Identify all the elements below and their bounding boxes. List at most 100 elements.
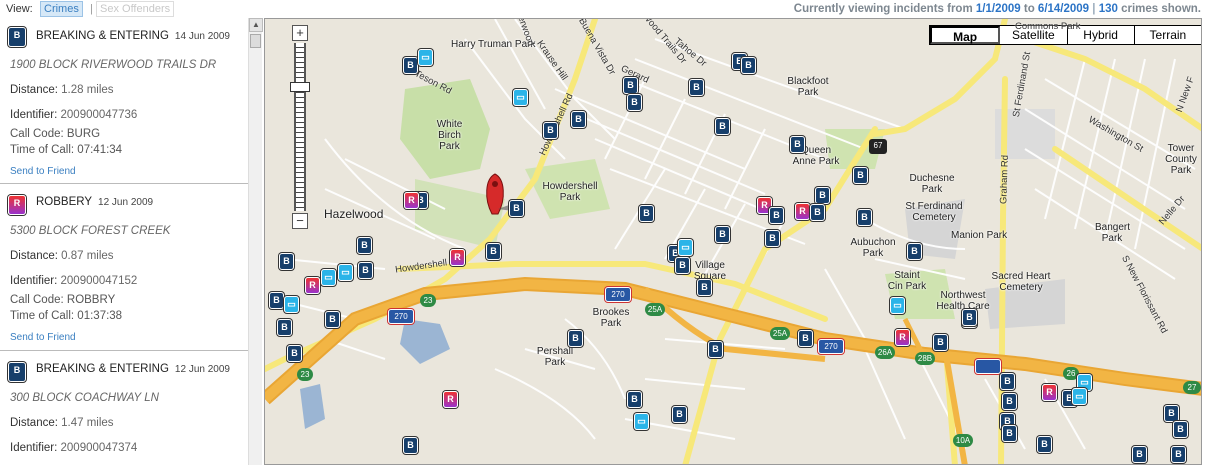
incident-identifier: Identifier: 200900047152 — [10, 275, 137, 287]
exit-shield-icon: 27 — [1183, 381, 1201, 394]
burglary-marker-icon[interactable]: B — [741, 57, 756, 74]
tab-crimes[interactable]: Crimes — [40, 1, 83, 17]
burglary-marker-icon[interactable]: B — [623, 77, 638, 94]
burglary-marker-icon[interactable]: B — [798, 330, 813, 347]
burglary-marker-icon[interactable]: B — [689, 79, 704, 96]
burglary-marker-icon[interactable]: B — [1002, 393, 1017, 410]
send-to-friend-link[interactable]: Send to Friend — [10, 166, 76, 177]
vehicle-crime-marker-icon[interactable]: ▭ — [513, 89, 528, 106]
vehicle-crime-marker-icon[interactable]: ▭ — [418, 49, 433, 66]
burglary-marker-icon[interactable]: B — [571, 111, 586, 128]
burglary-marker-icon[interactable]: B — [639, 205, 654, 222]
robbery-marker-icon[interactable]: R — [1042, 384, 1057, 401]
burglary-marker-icon[interactable]: B — [815, 187, 830, 204]
burglary-marker-icon[interactable]: B — [790, 136, 805, 153]
burglary-marker-icon[interactable]: B — [1037, 436, 1052, 453]
burglary-marker-icon[interactable]: B — [715, 226, 730, 243]
burglary-marker-icon[interactable]: B — [810, 204, 825, 221]
vehicle-crime-marker-icon[interactable]: ▭ — [321, 269, 336, 286]
burglary-marker-icon[interactable]: B — [568, 330, 583, 347]
zoom-slider-track[interactable] — [294, 43, 306, 211]
incident-call-code: Call Code: BURG — [10, 128, 101, 140]
burglary-badge-icon: B — [8, 362, 26, 382]
robbery-marker-icon[interactable]: R — [795, 203, 810, 220]
crime-count-link[interactable]: 130 — [1099, 3, 1118, 15]
identifier-label: Identifier: — [10, 442, 58, 454]
exit-shield-icon: 26A — [875, 346, 895, 359]
distance-value: 1.28 miles — [61, 84, 114, 96]
burglary-marker-icon[interactable]: B — [907, 243, 922, 260]
robbery-marker-icon[interactable]: R — [450, 249, 465, 266]
vehicle-crime-marker-icon[interactable]: ▭ — [890, 297, 905, 314]
burglary-marker-icon[interactable]: B — [962, 309, 977, 326]
burglary-marker-icon[interactable]: B — [357, 237, 372, 254]
incident-item[interactable]: R ROBBERY 12 Jun 2009 5300 BLOCK FOREST C… — [0, 184, 248, 351]
incident-time: Time of Call: 01:37:38 — [10, 310, 123, 322]
incident-item[interactable]: B BREAKING & ENTERING 12 Jun 2009 300 BLO… — [0, 351, 248, 465]
send-to-friend-link[interactable]: Send to Friend — [10, 332, 76, 343]
burglary-marker-icon[interactable]: B — [486, 243, 501, 260]
burglary-marker-icon[interactable]: B — [287, 345, 302, 362]
burglary-marker-icon[interactable]: B — [853, 167, 868, 184]
tab-separator: | — [90, 3, 93, 15]
robbery-marker-icon[interactable]: R — [305, 277, 320, 294]
vehicle-crime-marker-icon[interactable]: ▭ — [678, 239, 693, 256]
burglary-marker-icon[interactable]: B — [358, 262, 373, 279]
zoom-slider-handle[interactable] — [290, 82, 310, 92]
vehicle-crime-marker-icon[interactable]: ▭ — [284, 296, 299, 313]
vehicle-crime-marker-icon[interactable]: ▭ — [338, 264, 353, 281]
distance-value: 0.87 miles — [61, 250, 114, 262]
burglary-marker-icon[interactable]: B — [933, 334, 948, 351]
robbery-marker-icon[interactable]: R — [443, 391, 458, 408]
incident-list[interactable]: B BREAKING & ENTERING 14 Jun 2009 1900 BL… — [0, 18, 262, 465]
burglary-marker-icon[interactable]: B — [269, 292, 284, 309]
burglary-marker-icon[interactable]: B — [1002, 425, 1017, 442]
burglary-marker-icon[interactable]: B — [697, 279, 712, 296]
vehicle-crime-marker-icon[interactable]: ▭ — [634, 413, 649, 430]
burglary-marker-icon[interactable]: B — [403, 57, 418, 74]
burglary-marker-icon[interactable]: B — [1173, 421, 1188, 438]
map-label: White Birch Park — [436, 119, 463, 152]
map-type-terrain-button[interactable]: Terrain — [1135, 26, 1201, 44]
map-label: Blackfoot Park — [787, 76, 829, 98]
burglary-marker-icon[interactable]: B — [672, 406, 687, 423]
burglary-marker-icon[interactable]: B — [715, 118, 730, 135]
burglary-marker-icon[interactable]: B — [627, 94, 642, 111]
burglary-marker-icon[interactable]: B — [675, 257, 690, 274]
incident-item[interactable]: B BREAKING & ENTERING 14 Jun 2009 1900 BL… — [0, 18, 248, 184]
map-label: St Ferdinand Cemetery — [905, 201, 963, 223]
zoom-out-button[interactable]: − — [292, 213, 308, 229]
robbery-marker-icon[interactable]: R — [404, 192, 419, 209]
burglary-marker-icon[interactable]: B — [708, 341, 723, 358]
vehicle-crime-marker-icon[interactable]: ▭ — [1072, 388, 1087, 405]
scroll-up-arrow-icon[interactable]: ▲ — [249, 18, 263, 32]
burglary-marker-icon[interactable]: B — [1132, 446, 1147, 463]
burglary-marker-icon[interactable]: B — [1164, 405, 1179, 422]
burglary-marker-icon[interactable]: B — [769, 207, 784, 224]
date-to-link[interactable]: 6/14/2009 — [1038, 3, 1089, 15]
zoom-in-button[interactable]: + — [292, 25, 308, 41]
sidebar-scrollbar[interactable]: ▲ — [248, 18, 263, 465]
burglary-marker-icon[interactable]: B — [627, 391, 642, 408]
map-type-map-button[interactable]: Map — [930, 26, 1001, 44]
exit-shield-icon: 10A — [953, 434, 973, 447]
burglary-marker-icon[interactable]: B — [765, 230, 780, 247]
burglary-marker-icon[interactable]: B — [403, 437, 418, 454]
scroll-thumb[interactable] — [250, 34, 261, 48]
map-label: Aubuchon Park — [850, 237, 896, 259]
burglary-marker-icon[interactable]: B — [857, 209, 872, 226]
tab-sex-offenders[interactable]: Sex Offenders — [96, 1, 175, 17]
burglary-marker-icon[interactable]: B — [1000, 373, 1015, 390]
incident-address: 300 BLOCK COACHWAY LN — [10, 392, 159, 404]
map-canvas[interactable]: Map Satellite Hybrid Terrain + − Harry T… — [264, 18, 1202, 465]
incident-time: Time of Call: 07:41:34 — [10, 144, 123, 156]
incident-identifier: Identifier: 200900047374 — [10, 442, 137, 454]
burglary-marker-icon[interactable]: B — [543, 122, 558, 139]
burglary-marker-icon[interactable]: B — [277, 319, 292, 336]
date-from-link[interactable]: 1/1/2009 — [976, 3, 1021, 15]
burglary-marker-icon[interactable]: B — [325, 311, 340, 328]
robbery-marker-icon[interactable]: R — [895, 329, 910, 346]
burglary-marker-icon[interactable]: B — [509, 200, 524, 217]
burglary-marker-icon[interactable]: B — [1171, 446, 1186, 463]
burglary-marker-icon[interactable]: B — [279, 253, 294, 270]
